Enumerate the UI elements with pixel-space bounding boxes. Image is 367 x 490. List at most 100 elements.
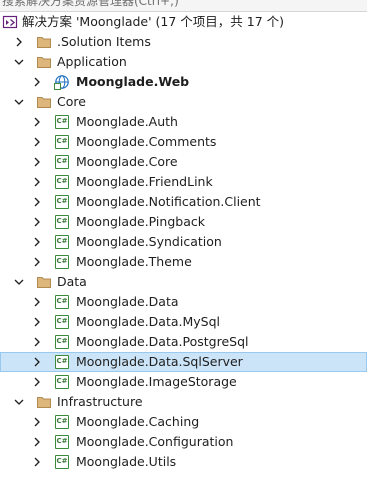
tree-row-project[interactable]: C# Moonglade.Syndication	[0, 232, 367, 252]
csharp-project-icon: C#	[54, 174, 70, 190]
csharp-project-icon: C#	[54, 254, 70, 270]
chevron-right-icon[interactable]	[31, 112, 43, 132]
tree-row-project[interactable]: C# Moonglade.Configuration	[0, 432, 367, 452]
project-label: Moonglade.Utils	[76, 454, 177, 469]
csharp-project-icon: C#	[54, 334, 70, 350]
chevron-right-icon[interactable]	[31, 232, 43, 252]
tree-row-project[interactable]: C# Moonglade.Notification.Client	[0, 192, 367, 212]
solution-explorer-tree: 解决方案 'Moonglade' (17 个项目，共 17 个) .Soluti…	[0, 12, 367, 472]
csharp-project-icon: C#	[54, 454, 70, 470]
chevron-right-icon[interactable]	[31, 432, 43, 452]
csharp-badge: C#	[55, 135, 69, 149]
chevron-right-icon[interactable]	[31, 152, 43, 172]
folder-icon	[36, 54, 52, 70]
tree-row-project[interactable]: C# Moonglade.Data	[0, 292, 367, 312]
chevron-right-icon[interactable]	[31, 252, 43, 272]
chevron-right-icon[interactable]	[31, 372, 43, 392]
csharp-badge: C#	[55, 375, 69, 389]
folder-icon	[36, 94, 52, 110]
project-label: Moonglade.Caching	[76, 414, 200, 429]
project-label: Moonglade.Syndication	[76, 234, 222, 249]
project-label: Moonglade.Auth	[76, 114, 178, 129]
csharp-project-icon: C#	[54, 294, 70, 310]
search-bar[interactable]	[0, 0, 367, 12]
csharp-project-icon: C#	[54, 214, 70, 230]
chevron-right-icon[interactable]	[31, 172, 43, 192]
chevron-right-icon[interactable]	[31, 192, 43, 212]
chevron-right-icon[interactable]	[31, 412, 43, 432]
tree-row-project[interactable]: C# Moonglade.Core	[0, 152, 367, 172]
chevron-down-icon[interactable]	[13, 92, 25, 112]
project-label: Moonglade.Comments	[76, 134, 217, 149]
chevron-right-icon[interactable]	[31, 292, 43, 312]
csharp-badge: C#	[55, 255, 69, 269]
globe-project-icon	[54, 74, 70, 90]
solution-icon	[2, 14, 18, 30]
chevron-right-icon[interactable]	[31, 452, 43, 472]
chevron-right-icon[interactable]	[31, 132, 43, 152]
search-input[interactable]	[2, 0, 342, 10]
csharp-project-icon: C#	[54, 114, 70, 130]
csharp-project-icon: C#	[54, 134, 70, 150]
tree-row-project[interactable]: C# Moonglade.Auth	[0, 112, 367, 132]
project-label: Moonglade.Data	[76, 294, 179, 309]
project-label: Moonglade.FriendLink	[76, 174, 213, 189]
csharp-project-icon: C#	[54, 154, 70, 170]
folder-icon	[36, 274, 52, 290]
csharp-badge: C#	[55, 155, 69, 169]
project-label: Moonglade.Core	[76, 154, 178, 169]
csharp-badge: C#	[55, 295, 69, 309]
folder-label-application: Application	[57, 54, 127, 69]
csharp-badge: C#	[55, 455, 69, 469]
tree-row-core[interactable]: Core	[0, 92, 367, 112]
chevron-right-icon[interactable]	[13, 32, 25, 52]
chevron-right-icon[interactable]	[31, 352, 43, 372]
folder-label-solution-items: .Solution Items	[57, 34, 151, 49]
csharp-project-icon: C#	[54, 234, 70, 250]
csharp-badge: C#	[55, 415, 69, 429]
tree-row-project[interactable]: C# Moonglade.Data.MySql	[0, 312, 367, 332]
chevron-right-icon[interactable]	[31, 72, 43, 92]
folder-icon	[36, 394, 52, 410]
tree-row-project[interactable]: C# Moonglade.Theme	[0, 252, 367, 272]
tree-row-project[interactable]: C# Moonglade.Data.PostgreSql	[0, 332, 367, 352]
tree-row-solution[interactable]: 解决方案 'Moonglade' (17 个项目，共 17 个)	[0, 12, 367, 32]
project-label: Moonglade.Notification.Client	[76, 194, 261, 209]
project-label-web: Moonglade.Web	[76, 74, 190, 89]
tree-row-project-web[interactable]: Moonglade.Web	[0, 72, 367, 92]
chevron-down-icon[interactable]	[13, 52, 25, 72]
chevron-down-icon[interactable]	[13, 392, 25, 412]
folder-label-data: Data	[57, 274, 87, 289]
tree-row-data[interactable]: Data	[0, 272, 367, 292]
tree-row-project-selected[interactable]: C# Moonglade.Data.SqlServer	[0, 352, 367, 372]
chevron-right-icon[interactable]	[31, 212, 43, 232]
chevron-right-icon[interactable]	[31, 312, 43, 332]
tree-row-project[interactable]: C# Moonglade.Utils	[0, 452, 367, 472]
csharp-badge: C#	[55, 115, 69, 129]
csharp-badge: C#	[55, 235, 69, 249]
project-label: Moonglade.Pingback	[76, 214, 205, 229]
csharp-project-icon: C#	[54, 434, 70, 450]
project-label: Moonglade.Theme	[76, 254, 192, 269]
csharp-badge: C#	[55, 355, 69, 369]
chevron-right-icon[interactable]	[31, 332, 43, 352]
csharp-badge: C#	[55, 335, 69, 349]
tree-row-application[interactable]: Application	[0, 52, 367, 72]
chevron-down-icon[interactable]	[13, 272, 25, 292]
tree-row-infrastructure[interactable]: Infrastructure	[0, 392, 367, 412]
project-label: Moonglade.Data.PostgreSql	[76, 334, 249, 349]
tree-row-project[interactable]: C# Moonglade.ImageStorage	[0, 372, 367, 392]
folder-icon	[36, 34, 52, 50]
csharp-badge: C#	[55, 315, 69, 329]
project-label: Moonglade.Data.SqlServer	[76, 354, 243, 369]
tree-row-project[interactable]: C# Moonglade.Pingback	[0, 212, 367, 232]
project-label: Moonglade.ImageStorage	[76, 374, 237, 389]
csharp-project-icon: C#	[54, 194, 70, 210]
tree-row-project[interactable]: C# Moonglade.FriendLink	[0, 172, 367, 192]
tree-row-project[interactable]: C# Moonglade.Comments	[0, 132, 367, 152]
tree-row-project[interactable]: C# Moonglade.Caching	[0, 412, 367, 432]
csharp-project-icon: C#	[54, 354, 70, 370]
solution-label: 解决方案 'Moonglade' (17 个项目，共 17 个)	[22, 14, 284, 29]
tree-row-solution-items[interactable]: .Solution Items	[0, 32, 367, 52]
folder-label-core: Core	[57, 94, 86, 109]
